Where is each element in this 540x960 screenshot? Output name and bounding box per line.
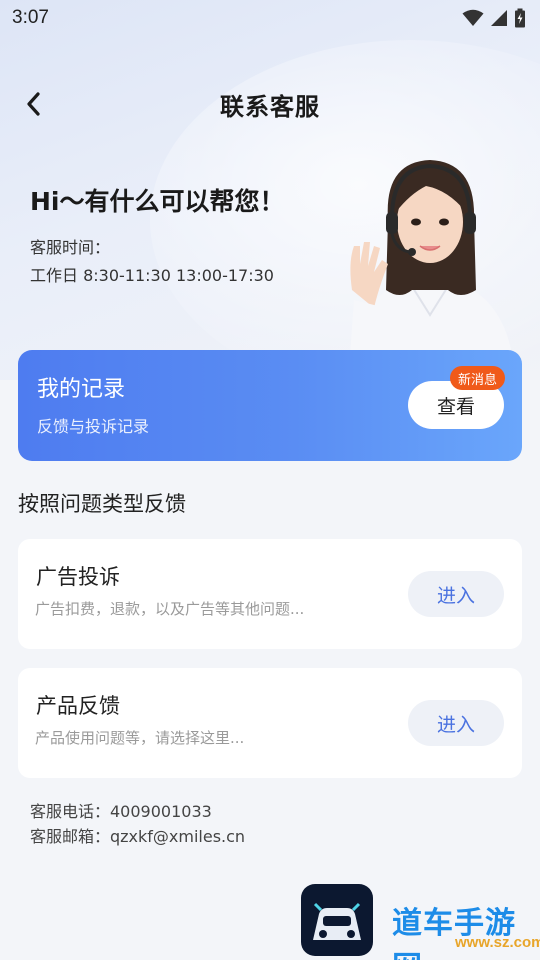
new-message-badge: 新消息: [450, 366, 506, 390]
service-phone: 客服电话：4009001033: [30, 802, 212, 821]
battery-icon: [515, 8, 525, 28]
feedback-section-title: 按照问题类型反馈: [18, 492, 186, 516]
product-feedback-card[interactable]: 产品反馈 产品使用问题等，请选择这里... 进入: [18, 668, 522, 778]
watermark-app-icon: [301, 884, 373, 956]
wifi-icon: [462, 9, 484, 26]
enter-ad-complaint-button[interactable]: 进入: [408, 571, 504, 617]
signal-icon: [491, 10, 507, 26]
issue-description: 产品使用问题等，请选择这里...: [35, 729, 245, 747]
customer-service-agent-illustration: [330, 150, 530, 355]
status-icons: [462, 8, 526, 28]
status-time: 3:07: [12, 7, 49, 28]
service-hours-value: 工作日 8:30-11:30 13:00-17:30: [30, 266, 274, 285]
status-bar: 3:07: [0, 0, 540, 36]
greeting-text: Hi～有什么可以帮您！: [30, 187, 285, 216]
nav-bar: 联系客服: [0, 80, 540, 128]
chevron-left-icon: [27, 92, 40, 116]
enter-product-feedback-button[interactable]: 进入: [408, 700, 504, 746]
records-title: 我的记录: [37, 377, 126, 402]
page-title: 联系客服: [220, 92, 320, 121]
ad-complaint-card[interactable]: 广告投诉 广告扣费，退款，以及广告等其他问题... 进入: [18, 539, 522, 649]
issue-description: 广告扣费，退款，以及广告等其他问题...: [35, 600, 305, 618]
service-hours-label: 客服时间：: [30, 238, 111, 257]
issue-title: 广告投诉: [36, 565, 120, 589]
watermark-url: www.sz.com: [455, 934, 540, 951]
service-email: 客服邮箱：qzxkf@xmiles.cn: [30, 827, 246, 846]
my-records-card[interactable]: 我的记录 反馈与投诉记录 查看 新消息: [18, 350, 522, 461]
issue-title: 产品反馈: [36, 694, 120, 718]
records-subtitle: 反馈与投诉记录: [37, 417, 150, 436]
back-button[interactable]: [18, 88, 48, 120]
